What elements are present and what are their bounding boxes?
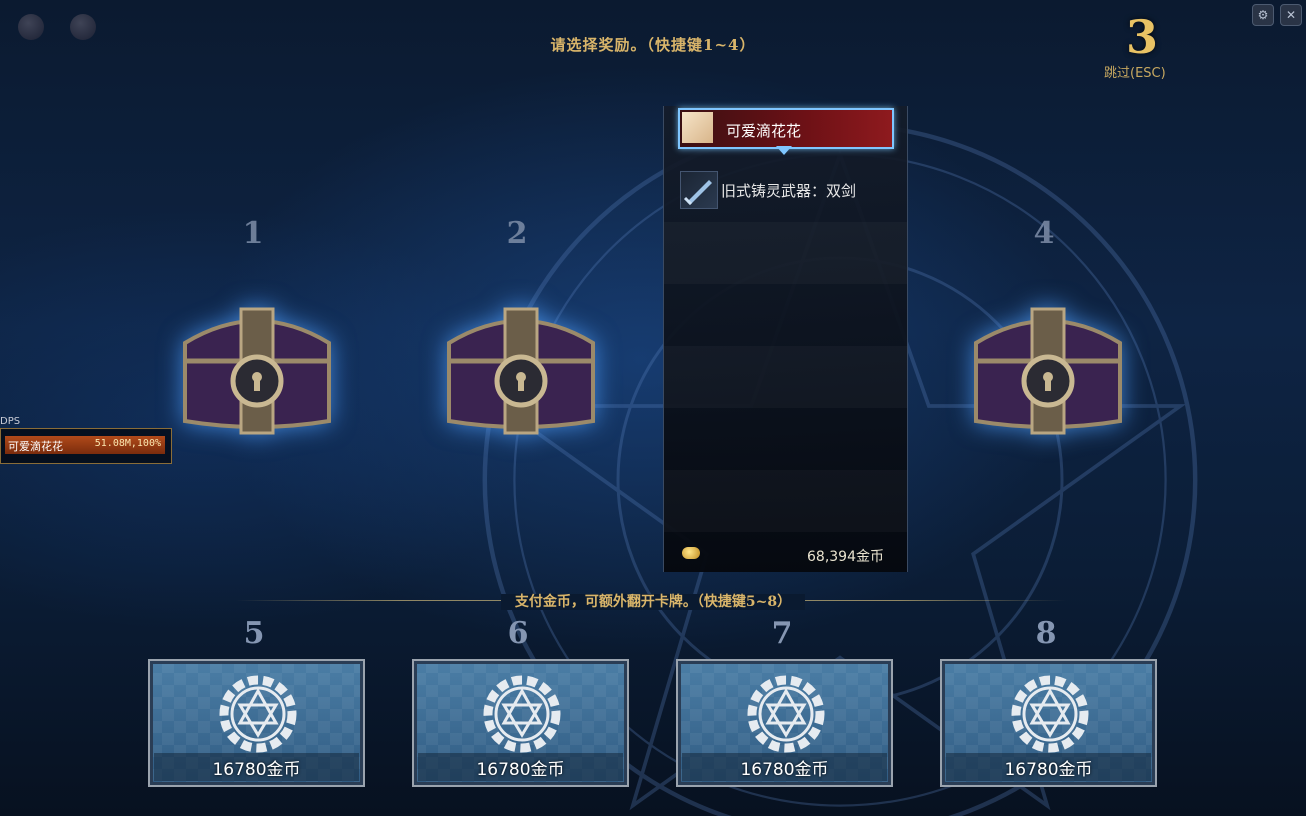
reward-item-name: 旧式铸灵武器：双剑 [721,182,857,200]
paid-card-5[interactable]: 16780金币 [148,659,365,787]
gear-star-icon [219,675,297,753]
winner-banner: 可爱滴花花 [678,108,894,149]
gold-reward-row: 68,394金币 [680,544,890,565]
sword-icon [680,171,718,209]
treasure-chest-1[interactable] [177,303,337,438]
paid-card-6[interactable]: 16780金币 [412,659,629,787]
winner-pointer [776,146,792,155]
gear-star-icon [1011,675,1089,753]
paid-number-5: 5 [243,616,265,651]
gear-star-icon [483,675,561,753]
panel-stripe [664,470,907,532]
paid-section-title: 支付金币，可额外翻开卡牌。（快捷键5~8） [0,591,1306,611]
treasure-chest-4[interactable] [968,303,1128,438]
paid-card-price: 16780金币 [1004,760,1093,780]
dps-label: DPS [0,416,21,427]
winner-name: 可爱滴花花 [726,122,802,140]
slot-number-2: 2 [506,216,528,251]
gold-coin-icon [682,547,700,559]
dps-value: 51.08M,100% [94,438,161,449]
reward-item-row[interactable]: 旧式铸灵武器：双剑 [678,170,904,210]
chest-icon [974,307,1122,435]
paid-card-price: 16780金币 [740,760,829,780]
slot-number-1: 1 [242,216,264,251]
panel-stripe [664,222,907,284]
avatar [682,112,713,143]
paid-card-price: 16780金币 [476,760,565,780]
panel-stripe [664,346,907,408]
dps-player-name: 可爱滴花花 [8,440,63,453]
dps-meter: 可爱滴花花 51.08M,100% [0,428,172,464]
chest-icon [447,307,595,435]
chest-icon [183,307,331,435]
slot-number-4: 4 [1033,216,1055,251]
gold-amount: 68,394金币 [807,549,884,565]
window-controls: ⚙ ✕ [1252,4,1302,26]
skip-button[interactable]: 跳过(ESC) [1104,62,1166,81]
page-title: 请选择奖励。（快捷键1~4） [550,36,756,54]
treasure-chest-2[interactable] [441,303,601,438]
close-icon[interactable]: ✕ [1280,4,1302,26]
paid-section-title-text: 支付金币，可额外翻开卡牌。（快捷键5~8） [500,594,806,610]
paid-card-7[interactable]: 16780金币 [676,659,893,787]
countdown-timer: 3 [1126,10,1159,64]
paid-number-7: 7 [771,616,793,651]
paid-number-8: 8 [1035,616,1057,651]
dps-bar: 可爱滴花花 51.08M,100% [5,436,165,454]
gear-star-icon [747,675,825,753]
paid-card-8[interactable]: 16780金币 [940,659,1157,787]
settings-icon[interactable]: ⚙ [1252,4,1274,26]
paid-number-6: 6 [507,616,529,651]
paid-card-price: 16780金币 [212,760,301,780]
reward-selection-screen: ⚙ ✕ 请选择奖励。（快捷键1~4） 3 跳过(ESC) 1 2 4 可爱滴花花… [0,0,1306,816]
